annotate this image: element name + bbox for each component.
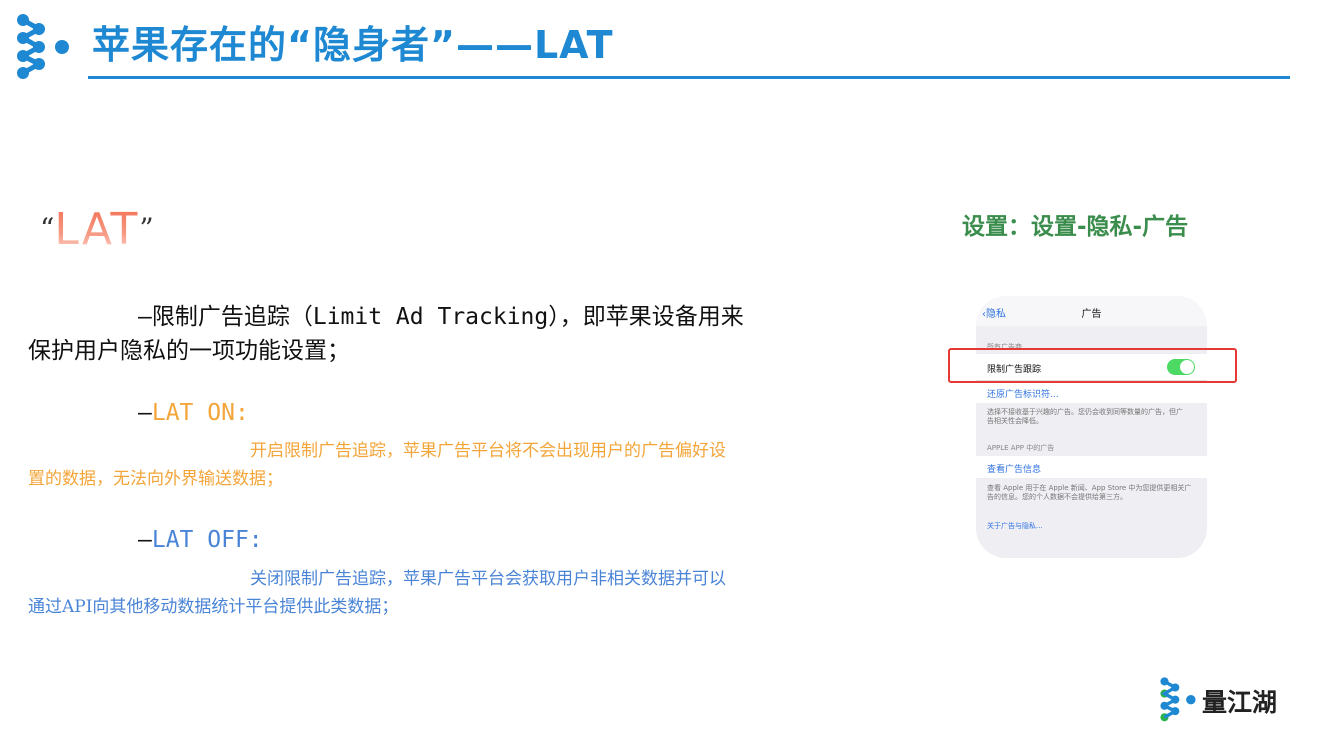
phone-nav-bar: ‹隐私 广告 (976, 296, 1207, 326)
phone-reset-identifier-row[interactable]: 还原广告标识符... (976, 381, 1207, 403)
phone-note-2: 查看 Apple 用于在 Apple 新闻、App Store 中为您提供更相关… (987, 484, 1192, 501)
title-divider (88, 76, 1290, 79)
lat-on-line-2: 置的数据，无法向外界输送数据； (28, 469, 283, 489)
settings-path-caption: 设置：设置-隐私-广告 (962, 214, 1189, 240)
limit-tracking-highlight-box (948, 348, 1237, 383)
open-quote: “ (40, 212, 55, 245)
lat-heading: “LAT” (40, 204, 180, 274)
lat-off-line-2: 通过API向其他移动数据统计平台提供此类数据； (28, 597, 399, 617)
phone-view-ad-info-link[interactable]: 查看广告信息 (987, 462, 1041, 475)
phone-view-ad-info-row[interactable]: 查看广告信息 (976, 456, 1207, 478)
lat-off-label: LAT OFF: (151, 527, 263, 553)
phone-about-ads-link[interactable]: 关于广告与隐私... (987, 521, 1043, 531)
lat-on-label: LAT ON: (151, 400, 249, 426)
company-logo-icon (17, 14, 69, 79)
close-quote: ” (139, 212, 154, 245)
lat-on-description: 开启限制广告追踪，苹果广告平台将不会出现用户的广告偏好设 置的数据，无法向外界输… (28, 437, 726, 493)
lat-definition: —限制广告追踪（Limit Ad Tracking），即苹果设备用来 保护用户隐… (28, 300, 744, 368)
brand-mark: 量江湖 (1158, 676, 1298, 722)
brand-name: 量江湖 (1202, 688, 1278, 717)
phone-reset-identifier-link[interactable]: 还原广告标识符... (987, 387, 1059, 400)
lat-off-heading: —LAT OFF: (138, 527, 263, 553)
lat-off-line-1: 关闭限制广告追踪，苹果广告平台会获取用户非相关数据并可以 (250, 569, 726, 589)
lat-on-line-1: 开启限制广告追踪，苹果广告平台将不会出现用户的广告偏好设 (250, 441, 726, 461)
phone-ad-settings-screenshot: ‹隐私 广告 所有广告商 限制广告跟踪 还原广告标识符... 选择不接收基于兴趣… (976, 296, 1207, 558)
phone-nav-title: 广告 (1081, 309, 1102, 320)
lat-label: LAT (54, 204, 140, 255)
phone-note-1: 选择不接收基于兴趣的广告。您仍会收到同等数量的广告，但广 告相关性会降低。 (987, 408, 1183, 425)
lat-on-heading: —LAT ON: (138, 400, 249, 426)
page-title: 苹果存在的“隐身者”——LAT (92, 23, 614, 67)
definition-line-2: 保护用户隐私的一项功能设置； (28, 338, 350, 364)
brand-logo-icon (1160, 677, 1196, 722)
phone-section-apple-app: APPLE APP 中的广告 (987, 444, 1055, 452)
lat-off-description: 关闭限制广告追踪，苹果广告平台会获取用户非相关数据并可以 通过API向其他移动数… (28, 565, 726, 621)
definition-line-1: —限制广告追踪（Limit Ad Tracking），即苹果设备用来 (138, 304, 744, 330)
